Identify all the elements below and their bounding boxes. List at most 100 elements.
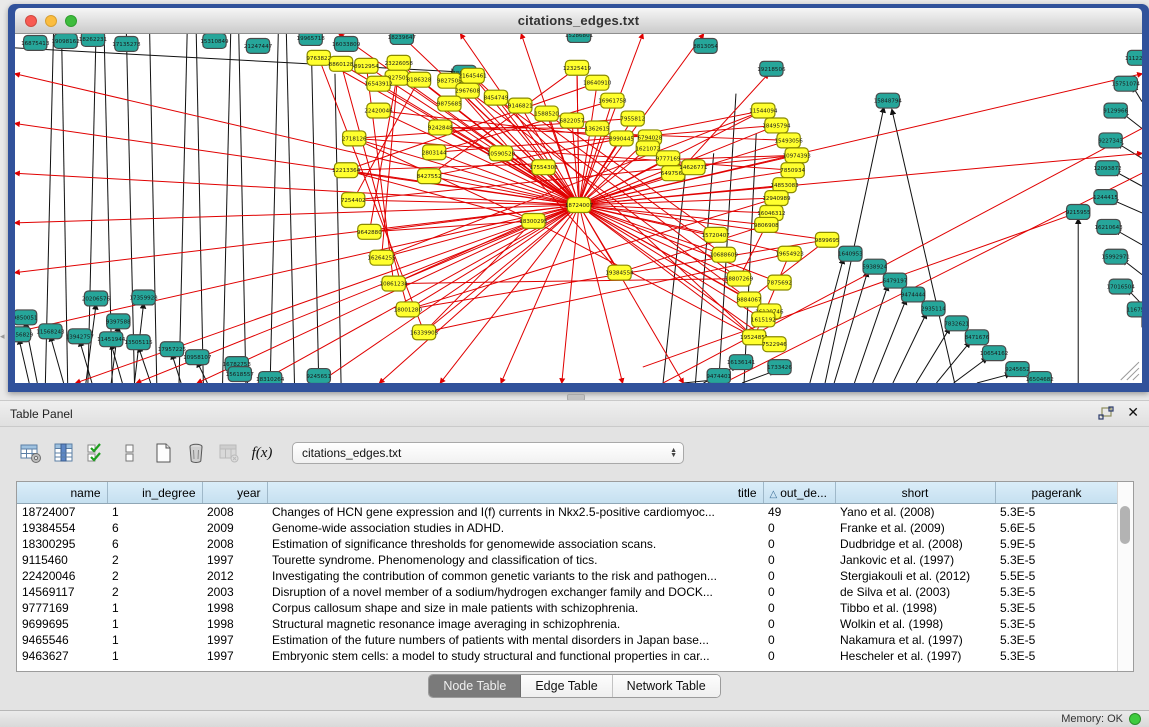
table-cell[interactable]: Investigating the contribution of common… [267,568,763,584]
network-node[interactable]: 9397588 [106,314,131,329]
table-cell[interactable]: 5.3E-5 [995,584,1118,600]
network-window-titlebar[interactable]: citations_edges.txt [15,8,1142,34]
network-node[interactable]: 15310849 [200,34,229,48]
column-header-name[interactable]: name [17,482,107,504]
network-node[interactable]: 16504682 [1026,372,1054,383]
table-cell[interactable]: 5.3E-5 [995,648,1118,664]
network-node[interactable]: 1733426 [767,360,792,375]
table-cell[interactable]: Changes of HCN gene expression and I(f) … [267,504,763,521]
network-node[interactable]: 1640953 [838,246,863,261]
table-vertical-scrollbar[interactable] [1117,482,1133,671]
table-cell[interactable]: 6 [107,520,202,536]
network-node[interactable]: 9884067 [737,292,762,307]
network-node[interactable]: 2935114 [921,301,946,316]
network-node[interactable]: 1244415 [1093,190,1118,205]
network-node[interactable]: 12325419 [563,60,592,75]
table-cell[interactable]: 1 [107,504,202,521]
float-window-icon[interactable] [1097,406,1115,422]
table-cell[interactable]: 9777169 [17,600,107,616]
unselect-all-rows-button[interactable] [117,440,143,466]
scrollbar-thumb[interactable] [1120,506,1130,544]
table-cell[interactable]: 0 [763,600,835,616]
table-cell[interactable]: 2003 [202,584,267,600]
table-cell[interactable]: Genome-wide association studies in ADHD. [267,520,763,536]
network-node[interactable]: 8427552 [417,169,442,184]
network-node[interactable]: 18001280 [394,302,423,317]
table-cell[interactable]: 5.6E-5 [995,520,1118,536]
network-node[interactable]: 19384554 [605,265,634,280]
network-node[interactable]: 8860128 [329,56,354,71]
network-node[interactable]: 17016504 [1107,279,1136,294]
table-cell[interactable]: 0 [763,584,835,600]
table-cell[interactable]: 1 [107,616,202,632]
network-node[interactable]: 16264255 [367,250,396,265]
function-builder-button[interactable]: f(x) [249,440,275,466]
table-cell[interactable]: 2 [107,552,202,568]
table-cell[interactable]: Dudbridge et al. (2008) [835,536,995,552]
table-settings-button[interactable] [18,440,44,466]
network-node[interactable]: 18239647 [388,34,417,44]
network-node[interactable]: 12940989 [762,191,791,206]
network-node[interactable]: 2803144 [422,145,447,160]
table-cell[interactable]: 2009 [202,520,267,536]
network-node[interactable]: 11568243 [36,324,65,339]
table-cell[interactable]: Nakamura et al. (1997) [835,632,995,648]
table-row[interactable]: 946554611997Estimation of the future num… [17,632,1118,648]
network-node[interactable]: 15992971 [1102,249,1130,264]
network-node[interactable]: 9777169 [656,151,681,166]
network-node[interactable]: 8454749 [484,90,509,105]
table-cell[interactable]: Jankovic et al. (1997) [835,552,995,568]
table-row[interactable]: 911546021997Tourette syndrome. Phenomeno… [17,552,1118,568]
network-node[interactable]: 21247447 [244,38,273,53]
network-node[interactable]: 12093872 [1093,161,1121,176]
network-node[interactable]: 20206576 [82,291,111,306]
column-header-out_de[interactable]: △out_de... [763,482,835,504]
table-row[interactable]: 1830029562008Estimation of significance … [17,536,1118,552]
network-node[interactable]: 13942757 [66,329,95,344]
zoom-window-button[interactable] [65,15,77,27]
network-node[interactable]: 16961758 [598,93,627,108]
table-cell[interactable]: Stergiakouli et al. (2012) [835,568,995,584]
network-node[interactable]: 8912954 [354,58,379,73]
network-node[interactable]: 19965718 [297,34,326,45]
network-node[interactable]: 9242848 [428,120,453,135]
network-node[interactable]: 10688609 [710,247,739,262]
table-row[interactable]: 1938455462009Genome-wide association stu… [17,520,1118,536]
table-cell[interactable]: 1 [107,632,202,648]
network-node[interactable]: 16136141 [727,355,755,370]
network-node[interactable]: 8186328 [407,72,432,87]
import-table-button[interactable] [216,440,242,466]
network-node[interactable]: 7522946 [762,337,787,352]
network-node[interactable]: 10861234 [380,276,409,291]
network-node[interactable]: 16033809 [332,36,361,51]
table-cell[interactable]: 22420046 [17,568,107,584]
table-cell[interactable]: 14569117 [17,584,107,600]
network-node[interactable]: 9215955 [1066,205,1091,220]
table-cell[interactable]: 1 [107,600,202,616]
table-cell[interactable]: 2012 [202,568,267,584]
network-node[interactable]: 6822057 [560,113,585,128]
select-columns-button[interactable] [51,440,77,466]
west-panel-collapse-arrow[interactable]: ◂ [0,331,5,342]
network-node[interactable]: 19218506 [757,61,786,76]
network-node[interactable]: 9763822 [306,50,331,65]
table-cell[interactable]: 1998 [202,616,267,632]
network-node[interactable]: 17135278 [112,36,141,51]
table-cell[interactable]: 1998 [202,600,267,616]
table-cell[interactable]: Corpus callosum shape and size in male p… [267,600,763,616]
network-node[interactable]: 16875413 [21,35,50,50]
table-cell[interactable]: 2008 [202,504,267,521]
network-node[interactable]: 5938924 [862,259,887,274]
table-cell[interactable]: Tibbo et al. (1998) [835,600,995,616]
network-node[interactable]: 9850051 [15,310,37,325]
network-node[interactable]: 6479197 [883,273,908,288]
network-node[interactable]: 19654923 [775,246,804,261]
table-cell[interactable]: 0 [763,536,835,552]
network-node[interactable]: 18300295 [519,213,548,228]
table-row[interactable]: 1456911722003Disruption of a novel membe… [17,584,1118,600]
table-cell[interactable]: 0 [763,616,835,632]
network-node[interactable]: 12213364 [332,163,361,178]
table-cell[interactable]: 18300295 [17,536,107,552]
network-node[interactable]: 15720407 [702,227,731,242]
network-node[interactable]: 10654162 [980,346,1008,361]
